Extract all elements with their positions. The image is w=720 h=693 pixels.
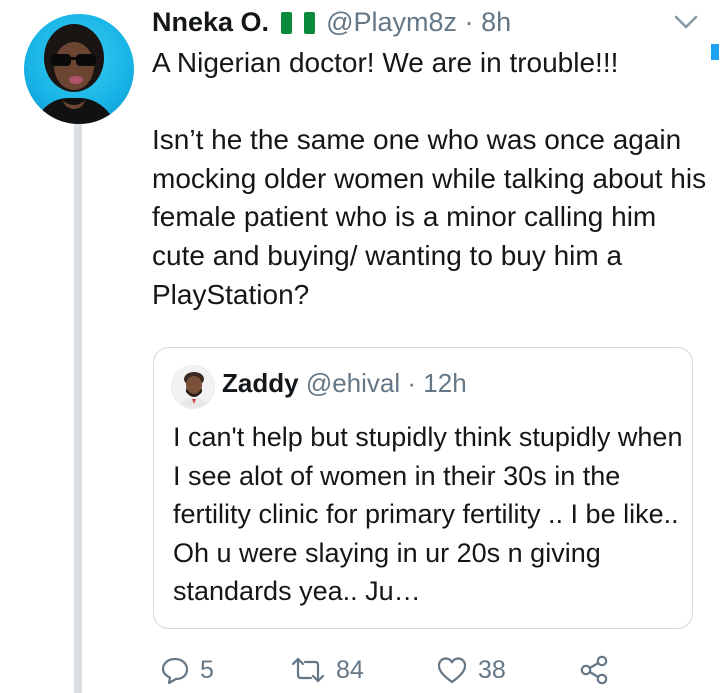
- share-icon: [578, 654, 610, 686]
- quoted-author-avatar: [171, 365, 215, 409]
- action-bar: 5 84 38: [160, 650, 630, 690]
- like-button[interactable]: 38: [436, 650, 506, 690]
- nigeria-flag-icon: [280, 8, 315, 44]
- quoted-separator: ·: [407, 368, 417, 398]
- author-handle[interactable]: @Playm8z: [326, 7, 457, 37]
- author-name[interactable]: Nneka O.: [152, 7, 269, 37]
- like-count: 38: [478, 655, 506, 684]
- scroll-indicator: [711, 44, 719, 60]
- thread-line: [74, 124, 82, 693]
- quoted-tweet[interactable]: Zaddy @ehival · 12h I can't help but stu…: [153, 347, 693, 629]
- tweet-text: A Nigerian doctor! We are in trouble!!! …: [152, 47, 707, 310]
- avatar-photo: [34, 24, 116, 124]
- quoted-author-name: Zaddy: [222, 368, 299, 398]
- quoted-tweet-text: I can't help but stupidly think stupidly…: [173, 422, 683, 607]
- reply-icon: [160, 655, 190, 685]
- tweet-header: Nneka O. @Playm8z · 8h: [152, 4, 511, 44]
- reply-count: 5: [200, 655, 214, 684]
- quoted-tweet-time: 12h: [423, 368, 467, 398]
- retweet-icon: [290, 655, 326, 685]
- quoted-tweet-header: Zaddy @ehival · 12h: [222, 365, 467, 401]
- reply-button[interactable]: 5: [160, 650, 214, 690]
- header-separator: ·: [464, 7, 474, 37]
- share-button[interactable]: [578, 650, 610, 690]
- author-avatar[interactable]: [24, 14, 134, 124]
- heart-icon: [436, 655, 468, 685]
- tweet-time[interactable]: 8h: [481, 7, 511, 37]
- chevron-down-icon[interactable]: [672, 12, 700, 32]
- retweet-count: 84: [336, 655, 364, 684]
- retweet-button[interactable]: 84: [290, 650, 364, 690]
- quoted-author-handle: @ehival: [305, 368, 401, 398]
